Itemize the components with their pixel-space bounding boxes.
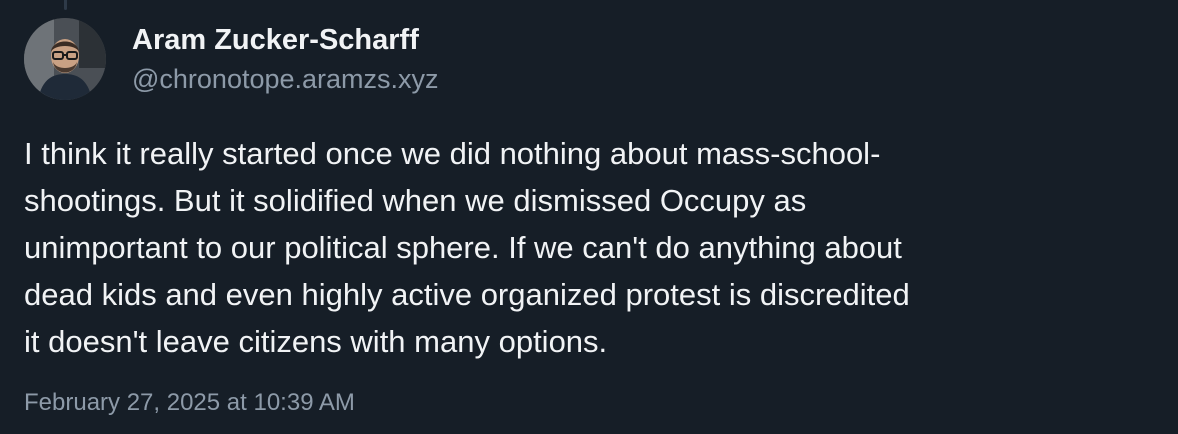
post-text-line: I think it really started once we did no… <box>24 136 881 171</box>
post: Aram Zucker-Scharff @chronotope.aramzs.x… <box>0 0 1178 434</box>
post-text-line: it doesn't leave citizens with many opti… <box>24 324 608 359</box>
post-text-line: shootings. But it solidified when we dis… <box>24 183 807 218</box>
author-handle[interactable]: @chronotope.aramzs.xyz <box>132 62 439 96</box>
author-info: Aram Zucker-Scharff @chronotope.aramzs.x… <box>132 22 439 96</box>
post-timestamp[interactable]: February 27, 2025 at 10:39 AM <box>24 388 355 418</box>
avatar-photo-icon <box>24 18 106 100</box>
author-display-name[interactable]: Aram Zucker-Scharff <box>132 22 439 58</box>
post-text: I think it really started once we did no… <box>24 130 1164 365</box>
post-text-line: dead kids and even highly active organiz… <box>24 277 910 312</box>
avatar[interactable] <box>24 18 106 100</box>
post-text-line: unimportant to our political sphere. If … <box>24 230 902 265</box>
